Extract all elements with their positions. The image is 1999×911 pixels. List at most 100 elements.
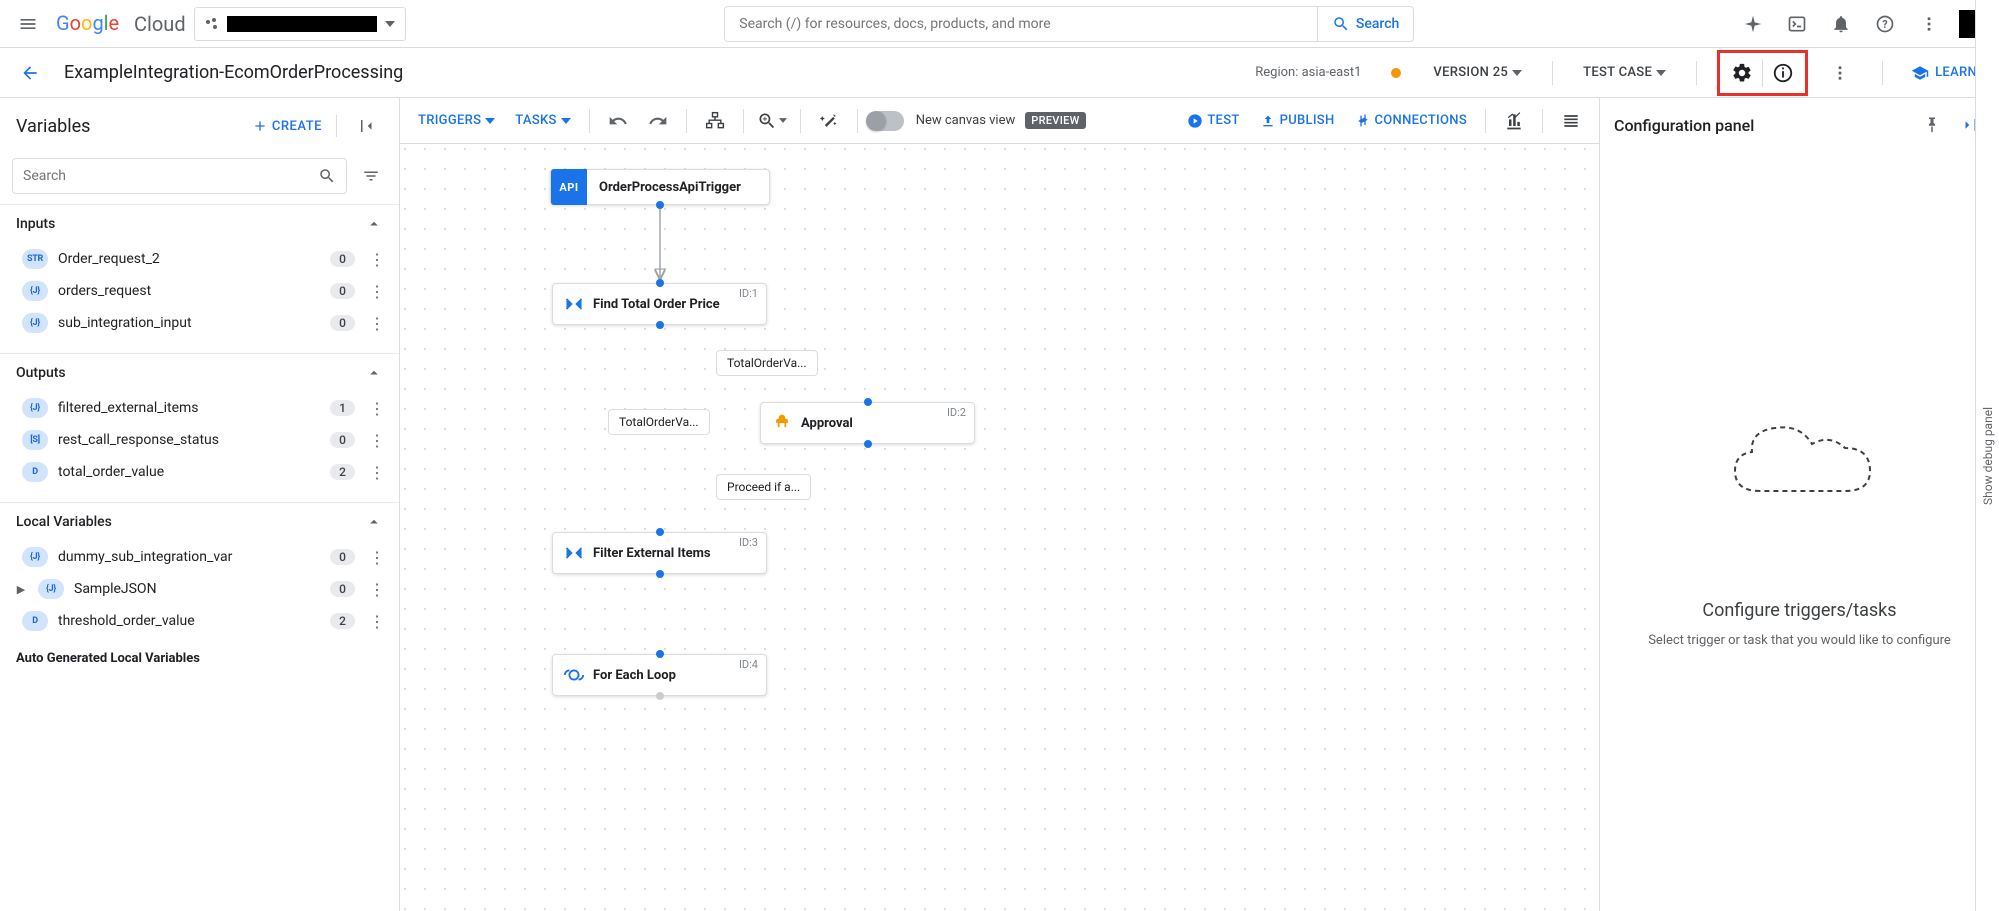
project-icon <box>205 17 219 31</box>
trigger-node[interactable]: API OrderProcessApiTrigger <box>550 169 770 205</box>
cloud-shell-icon[interactable] <box>1777 4 1817 44</box>
project-selector[interactable] <box>194 7 406 41</box>
collapse-sidebar-icon[interactable] <box>351 110 383 142</box>
port[interactable] <box>864 398 872 406</box>
port[interactable] <box>656 528 664 536</box>
port[interactable] <box>656 650 664 658</box>
variable-row[interactable]: D threshold_order_value 2 ⋮ <box>0 605 399 637</box>
variable-row[interactable]: STR Order_request_2 0 ⋮ <box>0 243 399 275</box>
row-menu-icon[interactable]: ⋮ <box>365 250 389 269</box>
row-menu-icon[interactable]: ⋮ <box>365 580 389 599</box>
page-title: ExampleIntegration-EcomOrderProcessing <box>64 62 1239 83</box>
row-menu-icon[interactable]: ⋮ <box>365 282 389 301</box>
section-locals[interactable]: Local Variables <box>0 503 399 541</box>
create-button[interactable]: CREATE <box>252 118 322 134</box>
settings-icon[interactable] <box>1722 55 1762 91</box>
canvas[interactable]: API OrderProcessApiTrigger ID:1 Find Tot… <box>400 144 1599 911</box>
preview-badge: PREVIEW <box>1025 112 1085 129</box>
variable-row[interactable]: {J} sub_integration_input 0 ⋮ <box>0 307 399 339</box>
pin-icon[interactable] <box>1917 110 1947 140</box>
testcase-dropdown[interactable]: TEST CASE <box>1573 56 1676 90</box>
version-dropdown[interactable]: VERSION 25 <box>1423 56 1532 90</box>
publish-button[interactable]: PUBLISH <box>1252 104 1343 138</box>
menu-icon[interactable] <box>8 4 48 44</box>
task-node-2[interactable]: ID:2 Approval <box>760 402 975 444</box>
variable-search-input[interactable] <box>23 168 318 184</box>
edge-condition[interactable]: TotalOrderVa... <box>716 350 818 376</box>
type-badge: {J} <box>22 398 48 418</box>
section-inputs[interactable]: Inputs <box>0 205 399 243</box>
gemini-icon[interactable] <box>1733 4 1773 44</box>
port[interactable] <box>656 321 664 329</box>
chevron-down-icon <box>485 118 495 124</box>
top-bar: Google Cloud Search ? <box>0 0 1999 48</box>
row-menu-icon[interactable]: ⋮ <box>365 399 389 418</box>
count-badge: 0 <box>330 283 355 299</box>
count-badge: 0 <box>330 581 355 597</box>
config-subtext: Select trigger or task that you would li… <box>1648 633 1951 648</box>
page-header: ExampleIntegration-EcomOrderProcessing R… <box>0 48 1999 98</box>
help-icon[interactable]: ? <box>1865 4 1905 44</box>
task-node-4[interactable]: ID:4 For Each Loop <box>552 654 767 696</box>
redo-icon[interactable] <box>640 103 676 139</box>
canvas-view-toggle[interactable] <box>868 111 904 131</box>
variable-search <box>12 158 347 194</box>
port[interactable] <box>656 201 664 209</box>
variable-row[interactable]: {J} filtered_external_items 1 ⋮ <box>0 392 399 424</box>
play-icon <box>1187 113 1203 129</box>
variables-sidebar: Variables CREATE Inputs <box>0 98 400 911</box>
search-button[interactable]: Search <box>1317 7 1413 41</box>
notifications-icon[interactable] <box>1821 4 1861 44</box>
count-badge: 2 <box>330 464 355 480</box>
status-dot <box>1391 68 1401 78</box>
row-menu-icon[interactable]: ⋮ <box>365 548 389 567</box>
edge-condition[interactable]: Proceed if a... <box>716 474 811 500</box>
mapper-icon <box>563 542 585 564</box>
config-panel: Configuration panel Configure triggers/t… <box>1599 98 1999 911</box>
filter-icon[interactable] <box>355 160 387 192</box>
overflow-icon[interactable] <box>1824 53 1856 93</box>
row-menu-icon[interactable]: ⋮ <box>365 314 389 333</box>
variable-row[interactable]: D total_order_value 2 ⋮ <box>0 456 399 488</box>
port[interactable] <box>656 279 664 287</box>
variable-row[interactable]: {J} orders_request 0 ⋮ <box>0 275 399 307</box>
info-icon[interactable] <box>1763 55 1803 91</box>
count-badge: 0 <box>330 315 355 331</box>
edge-condition[interactable]: TotalOrderVa... <box>608 409 710 435</box>
magic-wand-icon[interactable] <box>811 103 847 139</box>
test-button[interactable]: TEST <box>1179 104 1247 138</box>
task-node-3[interactable]: ID:3 Filter External Items <box>552 532 767 574</box>
variable-row[interactable]: {J} dummy_sub_integration_var 0 ⋮ <box>0 541 399 573</box>
plus-icon <box>252 118 268 134</box>
task-node-1[interactable]: ID:1 Find Total Order Price <box>552 283 767 325</box>
expand-icon[interactable]: ▶ <box>14 583 28 596</box>
connections-button[interactable]: CONNECTIONS <box>1347 104 1476 138</box>
row-menu-icon[interactable]: ⋮ <box>365 463 389 482</box>
api-icon: API <box>551 169 587 205</box>
back-button[interactable] <box>12 55 48 91</box>
search-icon <box>318 167 336 185</box>
svg-text:?: ? <box>1882 18 1887 31</box>
port[interactable] <box>656 570 664 578</box>
tasks-dropdown[interactable]: TASKS <box>507 104 578 138</box>
variable-row[interactable]: ▶ {J} SampleJSON 0 ⋮ <box>0 573 399 605</box>
google-cloud-logo[interactable]: Google Cloud <box>56 12 186 36</box>
search-input[interactable] <box>725 16 1317 32</box>
more-icon[interactable] <box>1909 4 1949 44</box>
stats-icon[interactable] <box>1496 103 1532 139</box>
section-outputs[interactable]: Outputs <box>0 354 399 392</box>
undo-icon[interactable] <box>600 103 636 139</box>
port[interactable] <box>656 692 664 700</box>
svg-text:Google: Google <box>56 12 119 35</box>
loop-icon <box>563 664 585 686</box>
highlighted-controls <box>1717 50 1808 96</box>
layout-icon[interactable] <box>697 103 733 139</box>
port[interactable] <box>864 440 872 448</box>
debug-panel-toggle[interactable]: Show debug panel <box>1975 0 1999 911</box>
zoom-dropdown[interactable] <box>754 103 790 139</box>
row-menu-icon[interactable]: ⋮ <box>365 431 389 450</box>
row-menu-icon[interactable]: ⋮ <box>365 612 389 631</box>
triggers-dropdown[interactable]: TRIGGERS <box>410 104 503 138</box>
variable-row[interactable]: [S] rest_call_response_status 0 ⋮ <box>0 424 399 456</box>
list-icon[interactable] <box>1553 103 1589 139</box>
